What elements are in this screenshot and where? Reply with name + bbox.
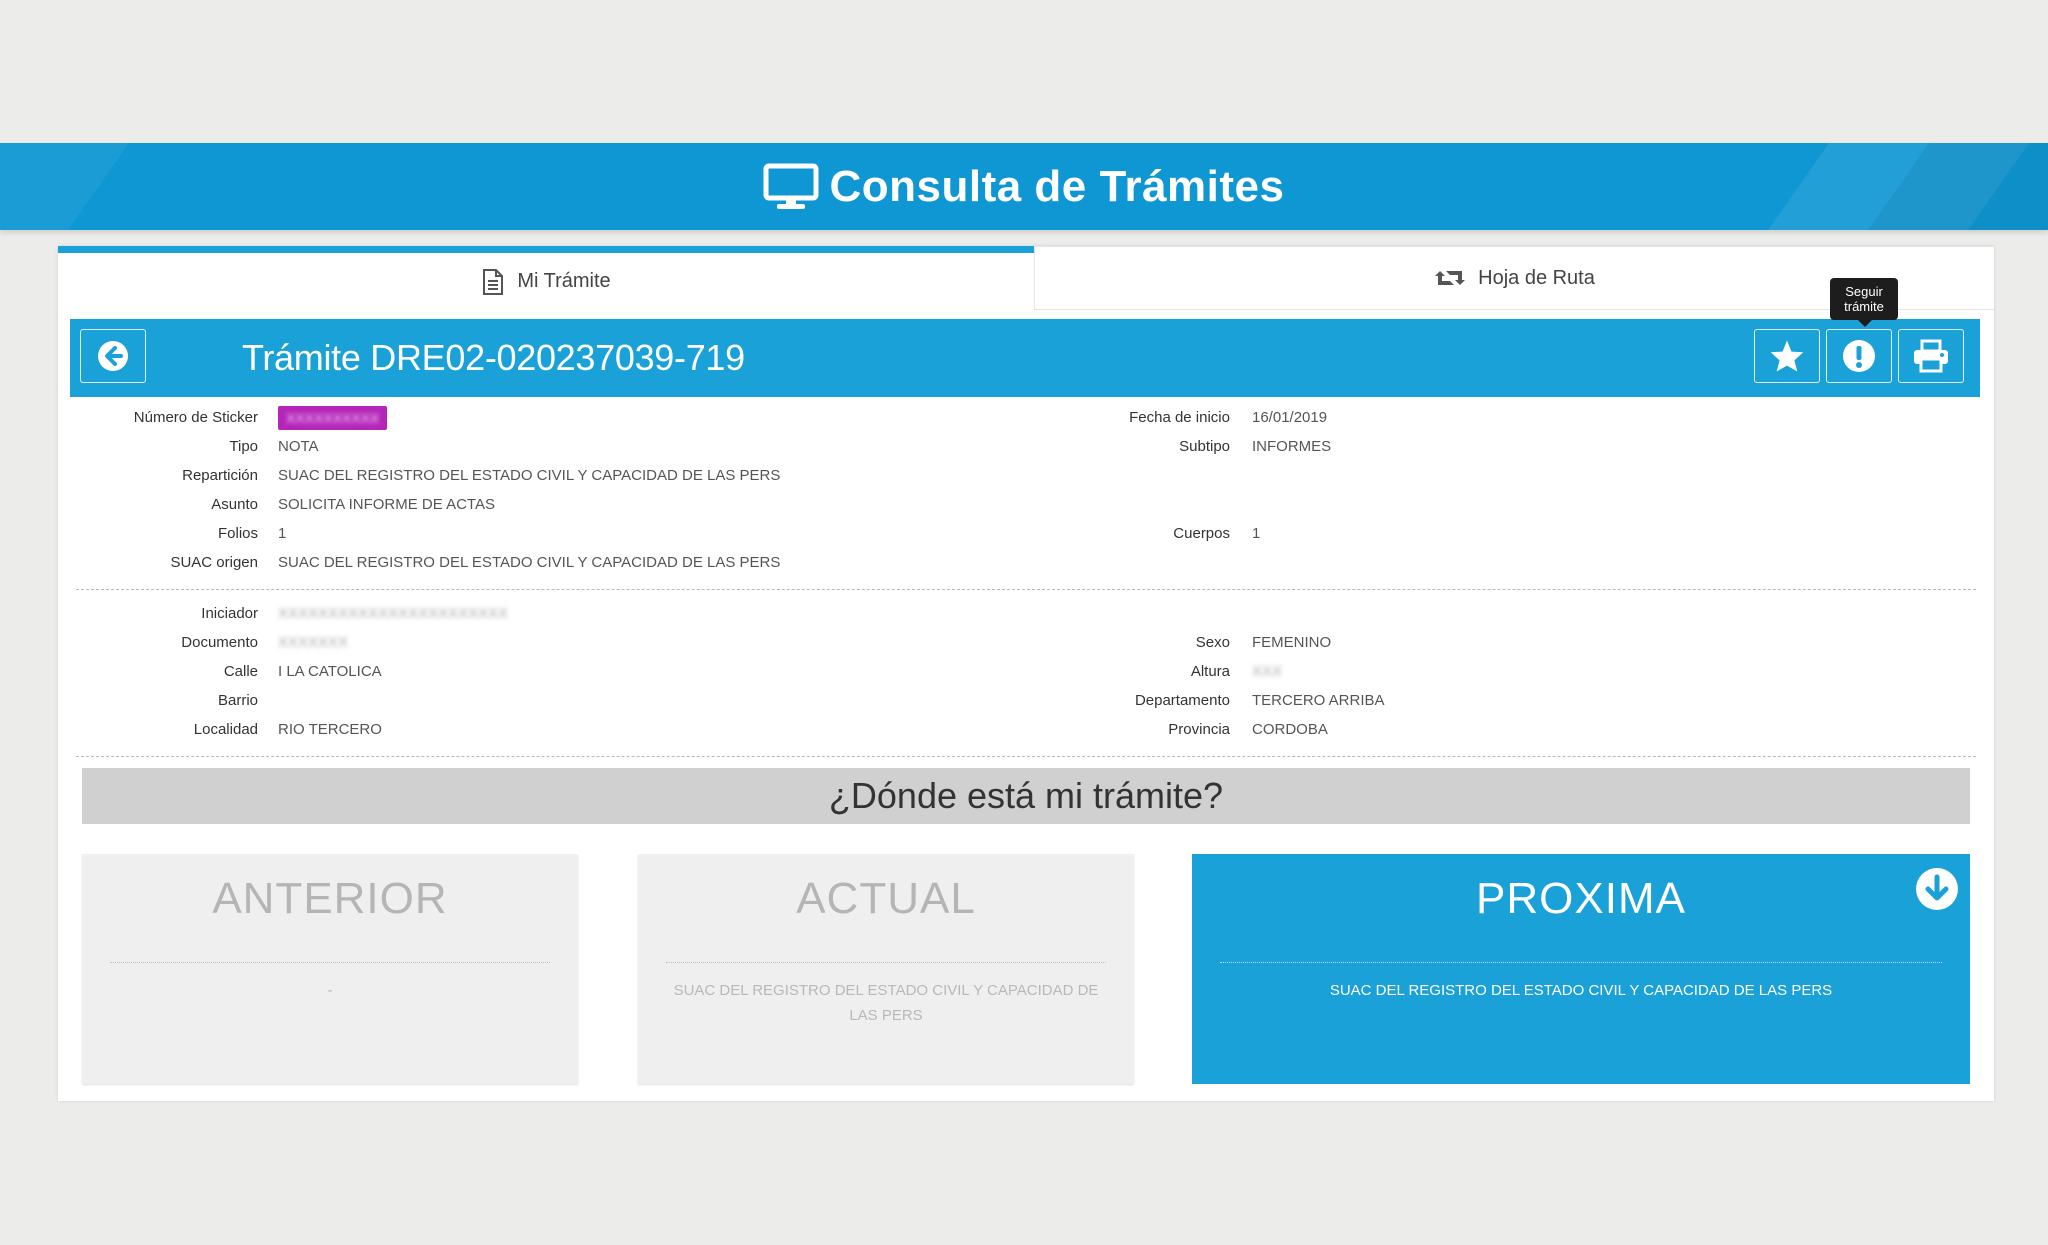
step-text: - bbox=[327, 982, 333, 999]
detail-value: 1 bbox=[1252, 525, 1261, 542]
detail-label: Repartición bbox=[182, 467, 258, 484]
detail-label: Barrio bbox=[217, 692, 258, 709]
detail-label: Documento bbox=[181, 634, 258, 651]
detail-label: Número de Sticker bbox=[133, 409, 258, 426]
divider bbox=[76, 589, 1976, 590]
tramite-card: Mi Trámite Hoja de Ruta Trámite DRE02-02… bbox=[58, 246, 1994, 1101]
tramite-title-bar: Trámite DRE02-020237039-719 bbox=[70, 319, 1980, 397]
retweet-icon bbox=[1435, 271, 1466, 285]
step-text: SUAC DEL REGISTRO DEL ESTADO CIVIL Y CAP… bbox=[673, 982, 1099, 1024]
detail-value: SUAC DEL REGISTRO DEL ESTADO CIVIL Y CAP… bbox=[278, 554, 781, 571]
detail-value: 1 bbox=[278, 525, 287, 542]
detail-value: INFORMES bbox=[1252, 438, 1332, 455]
monitor-icon bbox=[763, 163, 819, 209]
detail-label: Localidad bbox=[193, 721, 258, 738]
detail-label: Cuerpos bbox=[1173, 525, 1230, 542]
detail-value: XXXXXXX bbox=[278, 634, 349, 651]
detail-value: XXX bbox=[1252, 663, 1283, 680]
step-divider bbox=[1220, 962, 1942, 963]
detail-label: Departamento bbox=[1134, 692, 1230, 709]
detail-value: 16/01/2019 bbox=[1252, 409, 1328, 426]
sticker-badge: XXXXXXXXXX bbox=[278, 406, 388, 430]
detail-label: Asunto bbox=[211, 496, 258, 513]
tab-mi-tramite[interactable]: Mi Trámite bbox=[58, 246, 1034, 310]
detail-label: SUAC origen bbox=[170, 554, 258, 571]
arrow-left-circle-icon bbox=[98, 341, 128, 371]
step-text: SUAC DEL REGISTRO DEL ESTADO CIVIL Y CAP… bbox=[1329, 982, 1833, 999]
tooltip-line: Seguir bbox=[1845, 284, 1883, 299]
tooltip-line: trámite bbox=[1844, 299, 1884, 314]
page-title: Consulta de Trámites bbox=[0, 143, 2048, 230]
print-button[interactable] bbox=[1898, 329, 1964, 383]
detail-value: RIO TERCERO bbox=[278, 721, 382, 738]
detail-value: SOLICITA INFORME DE ACTAS bbox=[278, 496, 495, 513]
detail-value: XXXXXXXXXXXXXXXXXXXXXXX bbox=[278, 605, 509, 622]
detail-value: CORDOBA bbox=[1252, 721, 1328, 738]
back-button[interactable] bbox=[80, 329, 146, 383]
step-proxima: PROXIMA SUAC DEL REGISTRO DEL ESTADO CIV… bbox=[1192, 854, 1970, 1084]
document-icon bbox=[483, 268, 504, 295]
tab-label: Hoja de Ruta bbox=[1478, 266, 1595, 289]
detail-value: I LA CATOLICA bbox=[278, 663, 382, 680]
step-anterior: ANTERIOR - bbox=[82, 854, 578, 1084]
detail-label: Sexo bbox=[1195, 634, 1230, 651]
detail-value: FEMENINO bbox=[1252, 634, 1332, 651]
tabs: Mi Trámite Hoja de Ruta bbox=[58, 246, 1994, 310]
tab-label: Mi Trámite bbox=[517, 270, 611, 292]
divider bbox=[76, 756, 1976, 757]
tramite-title: Trámite DRE02-020237039-719 bbox=[242, 337, 745, 378]
detail-value: SUAC DEL REGISTRO DEL ESTADO CIVIL Y CAP… bbox=[278, 467, 781, 484]
step-title: PROXIMA bbox=[1476, 874, 1686, 923]
tracking-question: ¿Dónde está mi trámite? bbox=[82, 768, 1970, 824]
follow-tooltip: Seguir trámite bbox=[1830, 278, 1898, 327]
detail-label: Folios bbox=[217, 525, 258, 542]
step-title: ACTUAL bbox=[796, 874, 976, 923]
follow-button[interactable] bbox=[1826, 329, 1892, 383]
page-title-text: Consulta de Trámites bbox=[829, 161, 1285, 211]
detail-label: Iniciador bbox=[201, 605, 258, 622]
step-divider bbox=[666, 962, 1106, 963]
detail-value: NOTA bbox=[278, 438, 319, 455]
detail-value: TERCERO ARRIBA bbox=[1252, 692, 1385, 709]
detail-label: Provincia bbox=[1168, 721, 1230, 738]
detail-label: Subtipo bbox=[1179, 438, 1230, 455]
step-actual: ACTUAL SUAC DEL REGISTRO DEL ESTADO CIVI… bbox=[638, 854, 1134, 1084]
step-divider bbox=[110, 962, 550, 963]
print-icon bbox=[1914, 339, 1948, 373]
exclamation-icon bbox=[1843, 340, 1875, 372]
header-banner: Consulta de Trámites bbox=[0, 143, 2048, 230]
star-icon bbox=[1770, 340, 1804, 372]
sticker-value: XXXXXXXXXX bbox=[286, 410, 380, 426]
favorite-button[interactable] bbox=[1754, 329, 1820, 383]
step-title: ANTERIOR bbox=[212, 874, 448, 923]
detail-label: Calle bbox=[223, 663, 258, 680]
detail-label: Fecha de inicio bbox=[1129, 409, 1230, 426]
arrow-down-circle-icon[interactable] bbox=[1914, 866, 1960, 912]
detail-label: Altura bbox=[1190, 663, 1230, 680]
detail-label: Tipo bbox=[229, 438, 258, 455]
